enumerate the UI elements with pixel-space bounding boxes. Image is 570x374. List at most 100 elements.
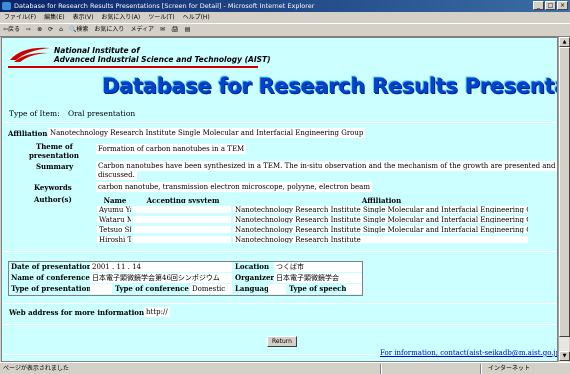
author-accepting [132, 205, 232, 214]
type-speech-value [346, 284, 362, 294]
menu-edit[interactable]: 編集(E) [44, 12, 64, 23]
aist-logo: National Institute of Advanced Industria… [8, 42, 271, 68]
summary-line2: discussed. [96, 170, 137, 180]
divider [5, 251, 556, 252]
divider [5, 303, 556, 304]
scroll-up-icon[interactable]: ▲ [559, 37, 570, 47]
menu-favorites[interactable]: お気に入り(A) [101, 12, 140, 23]
web-address-value[interactable]: http:// [144, 307, 170, 317]
keywords-label: Keywords [34, 183, 72, 192]
conference-value: 日本電子顕微鏡学会第46回シンポジウム [90, 273, 232, 283]
toolbar: ⇦戻る ⇨ ⊗ ⟳ ⌂ 🔍検索 お気に入り メディア ✉ 🖨 ▤ [0, 23, 570, 37]
scroll-down-icon[interactable]: ▼ [559, 351, 570, 361]
edit-button[interactable]: ▤ [185, 24, 191, 36]
item-type-value: Oral presentation [67, 109, 136, 118]
organizer-value: 日本電子顕微鏡学会 [274, 273, 362, 283]
menu-view[interactable]: 表示(V) [73, 12, 94, 23]
search-button[interactable]: 🔍検索 [69, 24, 88, 36]
type-presentation-label: Type of presentation [11, 284, 92, 293]
print-button[interactable]: 🖨 [171, 24, 179, 36]
author-name: Wataru Mizutani [96, 215, 132, 224]
table-row: Tetsuo Shimizu Nanotechnology Research I… [96, 225, 529, 234]
author-affiliation: Nanotechnology Research Institute Single… [232, 225, 529, 234]
author-name: Tetsuo Shimizu [96, 225, 132, 234]
status-zone: インターネット [488, 365, 531, 372]
authors-header-name: Name [96, 195, 132, 204]
status-separator [480, 364, 482, 374]
author-affiliation: Nanotechnology Research Institute Single… [232, 215, 529, 224]
author-name: Hiroshi Tokumoto [96, 235, 132, 244]
return-button[interactable]: Return [267, 336, 297, 347]
close-button[interactable]: × [557, 1, 568, 10]
aist-logo-mark [10, 47, 50, 62]
theme-label-1: Theme of [36, 142, 73, 151]
author-accepting [132, 235, 232, 244]
status-bar: ページが表示されました インターネット [0, 362, 570, 374]
status-text: ページが表示されました [3, 365, 69, 372]
minimize-button[interactable]: _ [533, 1, 544, 10]
menu-file[interactable]: ファイル(F) [4, 12, 36, 23]
window-title-bar[interactable]: Database for Research Results Presentati… [0, 0, 570, 12]
affiliation-value: Nanotechnology Research Institute Single… [48, 128, 366, 138]
menu-bar: ファイル(F) 編集(E) 表示(V) お気に入り(A) ツール(T) ヘルプ(… [0, 12, 570, 23]
author-accepting [132, 225, 232, 234]
keywords-value: carbon nanotube, transmission electron m… [96, 182, 372, 192]
ie-icon [2, 2, 11, 10]
date-value: 2001 . 11 . 14 [90, 262, 232, 272]
page-content: National Institute of Advanced Industria… [1, 37, 558, 362]
item-type: Type of Item: Oral presentation [9, 109, 135, 118]
logo-underline [8, 66, 258, 68]
logo-line2: Advanced Industrial Science and Technolo… [54, 55, 271, 64]
refresh-button[interactable]: ⟳ [48, 24, 53, 36]
media-button[interactable]: メディア [130, 24, 154, 36]
menu-tools[interactable]: ツール(T) [148, 12, 174, 23]
web-address-label: Web address for more informations [9, 308, 148, 317]
mail-button[interactable]: ✉ [160, 24, 165, 36]
type-presentation-value [90, 284, 112, 294]
authors-label: Author(s) [34, 195, 72, 204]
location-label: Location [235, 262, 270, 271]
window-title: Database for Research Results Presentati… [14, 2, 315, 10]
type-speech-label: Type of speech [289, 284, 347, 293]
table-row: Wataru Mizutani Nanotechnology Research … [96, 215, 529, 224]
author-name: Ayumu Yasuda [96, 205, 132, 214]
authors-header-affiliation: Affiliation [232, 195, 529, 204]
vertical-scrollbar[interactable]: ▲ ▼ [558, 37, 570, 362]
item-type-label: Type of Item: [9, 109, 60, 118]
favorites-button[interactable]: お気に入り [94, 24, 124, 36]
date-label: Date of presentation [11, 262, 92, 271]
conference-label: Name of conference [11, 273, 90, 282]
table-row: Hiroshi Tokumoto Nanotechnology Research… [96, 235, 529, 244]
theme-label-2: presentation [29, 151, 79, 160]
divider [5, 324, 556, 325]
status-separator [380, 364, 382, 374]
scroll-thumb[interactable] [559, 47, 570, 337]
language-label: Language [235, 284, 274, 293]
summary-label: Summary [36, 162, 74, 171]
language-value [268, 284, 286, 294]
theme-value: Formation of carbon nanotubes in a TEM [96, 144, 247, 154]
divider [5, 122, 556, 123]
forward-button[interactable]: ⇨ [26, 24, 31, 36]
table-row: Ayumu Yasuda Nanotechnology Research Ins… [96, 205, 529, 214]
stop-button[interactable]: ⊗ [37, 24, 42, 36]
back-button[interactable]: ⇦戻る [3, 24, 20, 36]
maximize-button[interactable]: □ [545, 1, 556, 10]
logo-line1: National Institute of [54, 46, 140, 55]
author-accepting [132, 215, 232, 224]
affiliation-label: Affiliation [8, 129, 48, 138]
home-button[interactable]: ⌂ [59, 24, 63, 36]
author-affiliation: Nanotechnology Research Institute Single… [232, 205, 529, 214]
summary-line1: Carbon nanotubes have been synthesized i… [96, 161, 557, 171]
authors-header-row: Name Accepting sysytem Affiliation [96, 195, 529, 204]
divider [5, 354, 375, 355]
authors-header-accepting: Accepting sysytem [132, 195, 232, 204]
author-affiliation: Nanotechnology Research Institute [232, 235, 529, 244]
menu-help[interactable]: ヘルプ(H) [183, 12, 210, 23]
location-value: つくば市 [274, 262, 362, 272]
contact-link[interactable]: For information, contact(aist-seikadb@m.… [380, 349, 557, 357]
organizer-label: Organizer [235, 273, 275, 282]
page-banner: Database for Research Results Presentati… [102, 74, 557, 98]
type-conference-value: Domestic [190, 284, 232, 294]
type-conference-label: Type of conference [115, 284, 189, 293]
